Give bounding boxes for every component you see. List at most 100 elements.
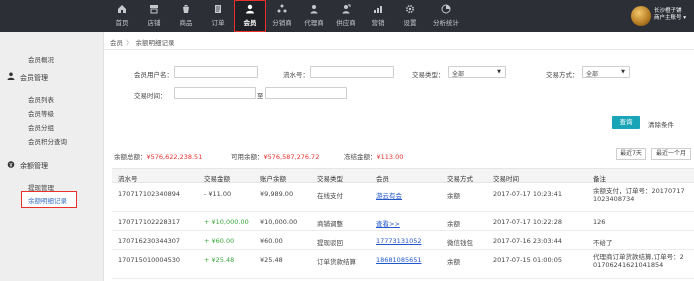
table-header: 流水号 交易金额 账户余额 交易类型 会员 交易方式 交易时间 备注 xyxy=(112,168,694,183)
sidebar-group-balance-management[interactable]: 余额管理 xyxy=(20,161,48,171)
nav-analytics-label: 分析统计 xyxy=(433,19,459,27)
nav-agents[interactable]: 代理商 xyxy=(298,0,330,32)
clear-filters-button[interactable]: 清除条件 xyxy=(648,119,674,129)
table-row: 170716230344307 + ¥60.00 ¥60.00 提现驳回 177… xyxy=(112,231,694,250)
summary-frozen-label: 冻结金额： xyxy=(344,153,377,161)
cell-serial: 170717102340894 xyxy=(118,190,181,198)
analytics-icon xyxy=(441,4,451,14)
goods-icon xyxy=(183,5,189,13)
nav-home[interactable]: 首页 xyxy=(106,0,138,32)
cell-member-link[interactable]: 17773131052 xyxy=(376,237,422,245)
breadcrumb-separator: 〉 xyxy=(126,39,133,47)
trade-method-select[interactable]: 全部 ▼ xyxy=(582,66,630,78)
table-row: 170715010004530 + ¥25.48 ¥25.48 订单货款结算 1… xyxy=(112,250,694,279)
cell-time: 2017-07-16 23:03:44 xyxy=(493,237,563,245)
table-row: 170717102228317 + ¥10,000.00 ¥10,000.00 … xyxy=(112,212,694,231)
sidebar-item-member-levels[interactable]: 会员等级 xyxy=(28,108,54,118)
summary-frozen: 冻结金额：¥113.00 xyxy=(344,151,403,161)
query-button[interactable]: 查询 xyxy=(612,116,640,129)
summary-available-label: 可用余额： xyxy=(231,153,264,161)
serial-no-input[interactable] xyxy=(310,66,394,78)
nav-marketing-label: 营销 xyxy=(371,19,385,27)
summary-available-value: ¥576,587,276.72 xyxy=(263,153,320,161)
nav-store[interactable]: 店铺 xyxy=(138,0,170,32)
cell-serial: 170716230344307 xyxy=(118,237,181,245)
sidebar: 会员概况 会员管理 会员列表 会员等级 会员分组 会员积分查询 余额管理 提现管… xyxy=(0,32,104,281)
nav-distributors-label: 分销商 xyxy=(272,19,292,27)
home-icon xyxy=(118,5,126,13)
cell-serial: 170717102228317 xyxy=(118,218,181,226)
summary-total-label: 余额总额： xyxy=(114,153,147,161)
balance-icon xyxy=(7,161,15,168)
store-name: 长沙橙子铺 xyxy=(654,8,682,14)
col-balance: 账户余额 xyxy=(260,175,286,183)
store-icon xyxy=(150,5,158,14)
sidebar-group-member-management[interactable]: 会员管理 xyxy=(20,73,48,83)
user-menu[interactable]: 长沙橙子铺 商户主账号 ▾ xyxy=(654,8,686,22)
col-amount: 交易金额 xyxy=(204,175,230,183)
cell-member-link[interactable]: 查看>> xyxy=(376,218,400,228)
sidebar-item-member-list[interactable]: 会员列表 xyxy=(28,94,54,104)
cell-balance: ¥25.48 xyxy=(260,256,283,264)
cell-method: 余额 xyxy=(447,258,460,266)
col-type: 交易类型 xyxy=(317,175,343,183)
marketing-icon xyxy=(374,6,382,13)
cell-note: 126 xyxy=(593,218,606,226)
sidebar-item-balance-records[interactable]: 余额明细记录 xyxy=(21,191,77,208)
trade-type-label: 交易类型： xyxy=(412,71,445,79)
col-member: 会员 xyxy=(376,175,389,183)
table-row: 170717102340894 - ¥11.00 ¥9,989.00 在线支付 … xyxy=(112,184,694,212)
trade-type-value: 全部 xyxy=(452,71,465,78)
col-method: 交易方式 xyxy=(447,175,473,183)
summary-available: 可用余额：¥576,587,276.72 xyxy=(231,151,319,161)
breadcrumb-root[interactable]: 会员 xyxy=(110,39,123,47)
last-7-days-button[interactable]: 最近7天 xyxy=(616,148,646,160)
breadcrumb-current: 余额明细记录 xyxy=(135,39,175,47)
nav-goods[interactable]: 商品 xyxy=(170,0,202,32)
nav-analytics[interactable]: 分析统计 xyxy=(426,0,466,32)
agent-icon xyxy=(310,5,318,14)
trade-time-label: 交易时间： xyxy=(134,92,167,100)
sidebar-item-member-overview[interactable]: 会员概况 xyxy=(28,54,54,64)
avatar[interactable] xyxy=(631,6,651,26)
cell-amount: + ¥10,000.00 xyxy=(204,218,249,226)
user-icon xyxy=(7,72,15,80)
summary-total-value: ¥576,622,238.51 xyxy=(146,153,203,161)
member-account-input[interactable] xyxy=(174,66,258,78)
member-icon xyxy=(246,4,254,14)
trade-time-end-input[interactable] xyxy=(265,87,347,99)
cell-time: 2017-07-15 01:00:05 xyxy=(493,256,563,264)
nav-marketing[interactable]: 营销 xyxy=(362,0,394,32)
nav-settings-label: 设置 xyxy=(403,19,417,27)
cell-method: 微信钱包 xyxy=(447,239,473,247)
cell-balance: ¥10,000.00 xyxy=(260,218,298,226)
cell-note: 余额支付，订单号：201707171023408734 xyxy=(593,187,685,203)
nav-members[interactable]: 会员 xyxy=(234,0,266,32)
cell-method: 余额 xyxy=(447,192,460,200)
account-role: 商户主账号 ▾ xyxy=(654,15,687,21)
supplier-icon xyxy=(342,4,351,14)
trade-type-select[interactable]: 全部 ▼ xyxy=(448,66,506,78)
nav-orders[interactable]: 订单 xyxy=(202,0,234,32)
trade-method-label: 交易方式： xyxy=(546,71,579,79)
cell-balance: ¥60.00 xyxy=(260,237,283,245)
cell-member-link[interactable]: 游云有会 xyxy=(376,190,402,200)
nav-distributors[interactable]: 分销商 xyxy=(266,0,298,32)
cell-member-link[interactable]: 18681085651 xyxy=(376,256,422,264)
nav-settings[interactable]: 设置 xyxy=(394,0,426,32)
trade-time-start-input[interactable] xyxy=(174,87,256,99)
nav-suppliers[interactable]: 供应商 xyxy=(330,0,362,32)
nav-home-label: 首页 xyxy=(115,19,129,27)
cell-type: 商铺调整 xyxy=(317,220,343,228)
nav-suppliers-label: 供应商 xyxy=(336,19,356,27)
sidebar-item-points-query[interactable]: 会员积分查询 xyxy=(28,136,67,146)
order-icon xyxy=(215,5,221,13)
sidebar-item-member-groups[interactable]: 会员分组 xyxy=(28,122,54,132)
member-account-label: 会员用户名： xyxy=(134,71,173,79)
top-navbar: 首页 店铺 商品 订单 会员 分销商 代理商 供应商 营销 设置 分析统计 长沙… xyxy=(0,0,694,32)
summary-total: 余额总额：¥576,622,238.51 xyxy=(114,151,202,161)
date-range-separator: 至 xyxy=(257,92,264,100)
col-note: 备注 xyxy=(593,175,606,183)
cell-amount: - ¥11.00 xyxy=(204,190,232,198)
last-month-button[interactable]: 最近一个月 xyxy=(651,148,691,160)
